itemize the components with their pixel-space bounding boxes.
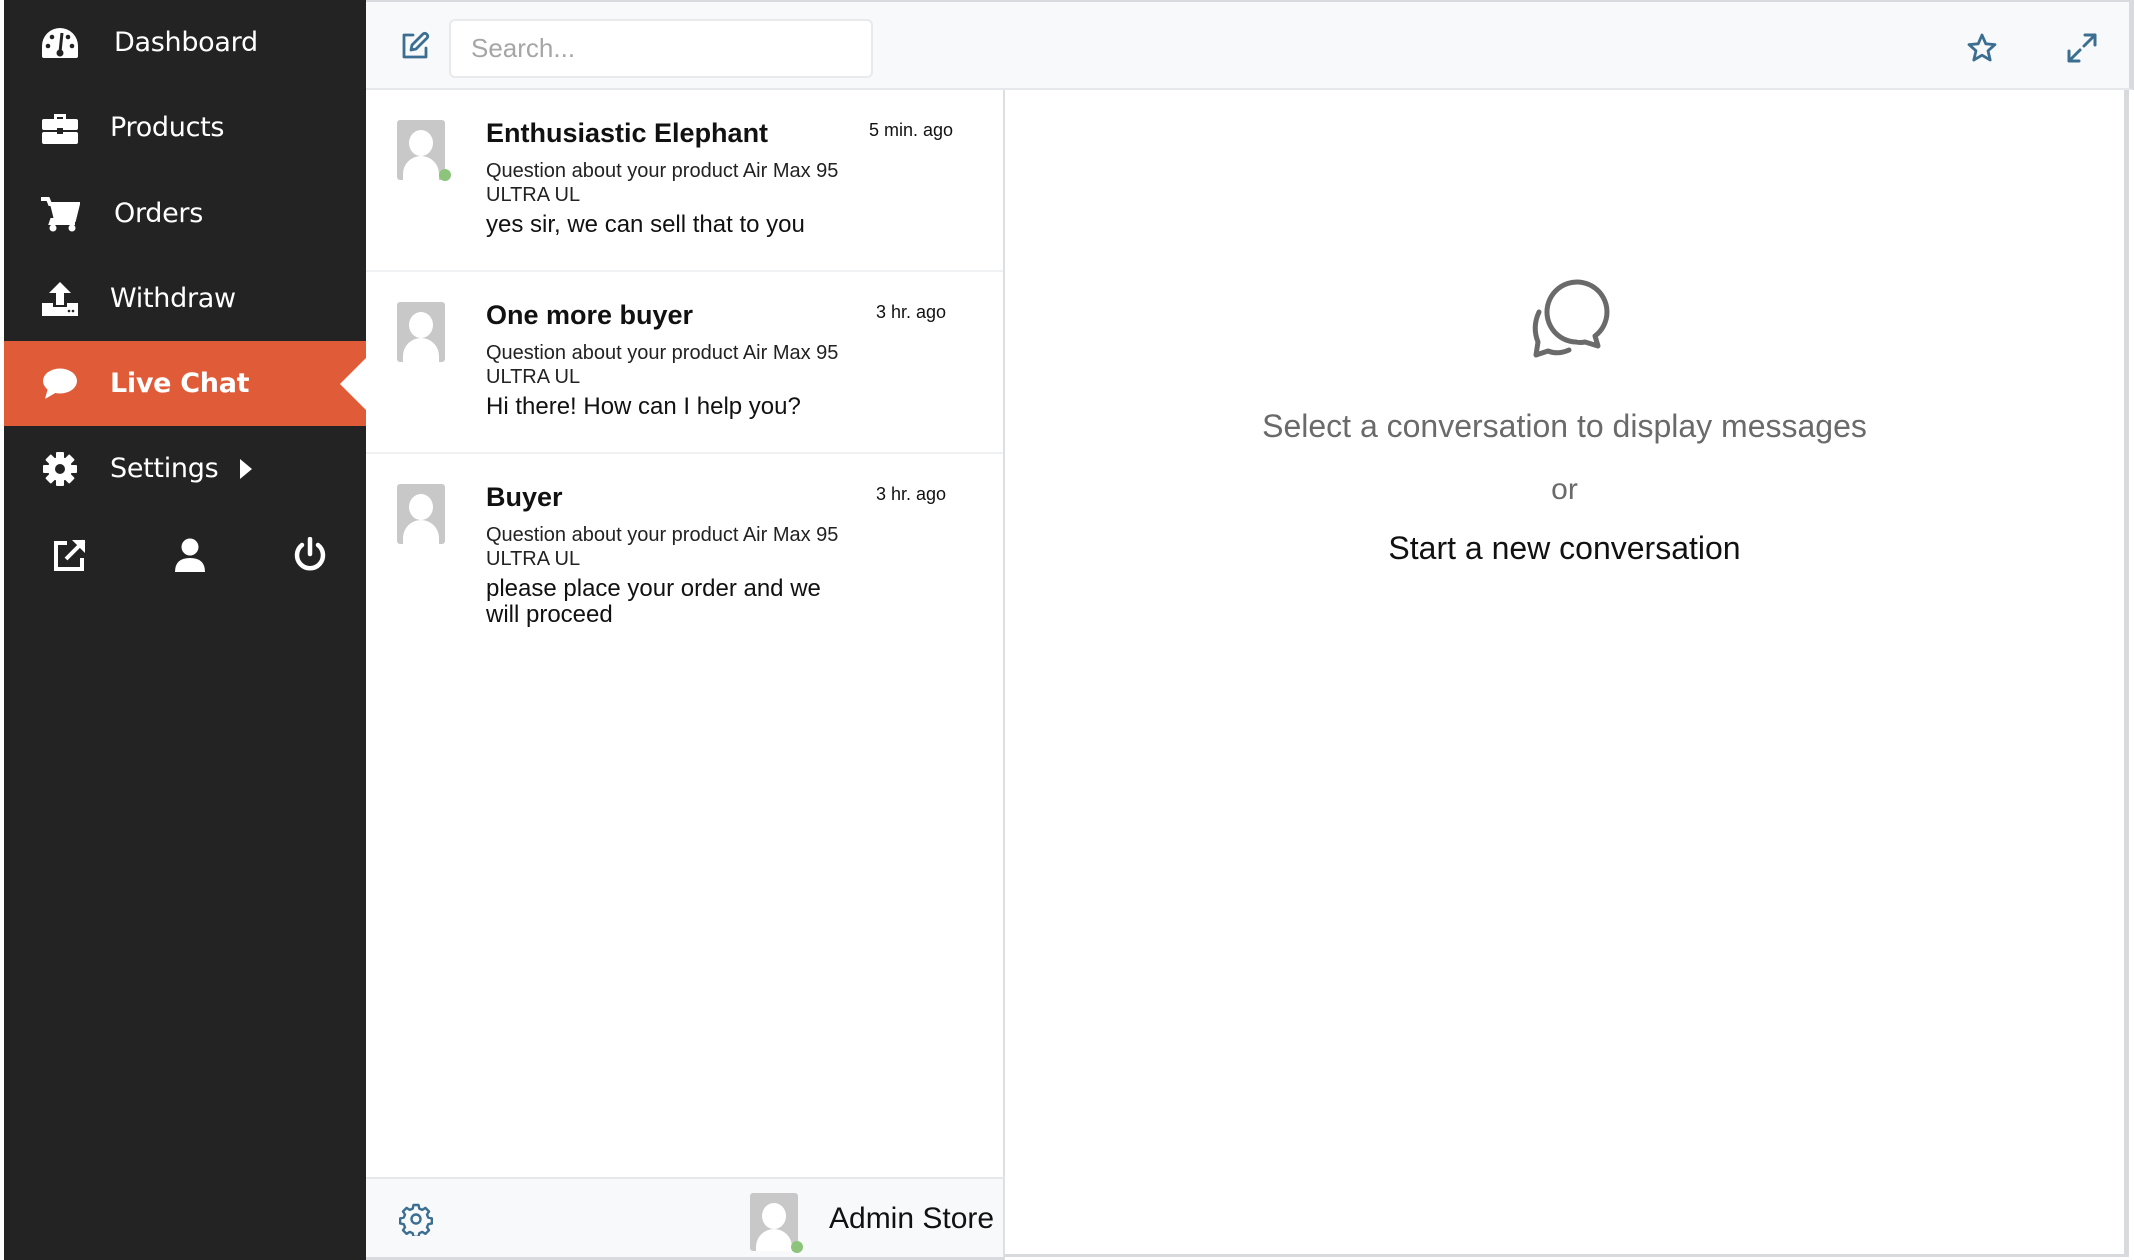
conversation-item[interactable]: One more buyer 3 hr. ago Question about … xyxy=(366,272,1003,454)
current-user-name: Admin Store xyxy=(829,1202,995,1235)
empty-state-title: Select a conversation to display message… xyxy=(1262,408,1867,444)
search-input[interactable] xyxy=(451,21,871,76)
online-status-dot xyxy=(791,1241,803,1253)
external-link-icon[interactable] xyxy=(48,533,92,577)
compose-edit-icon[interactable] xyxy=(397,28,433,64)
avatar xyxy=(397,484,445,544)
sidebar-item-settings[interactable]: Settings xyxy=(4,426,366,511)
briefcase-icon xyxy=(40,108,80,148)
power-icon[interactable] xyxy=(288,533,332,577)
gear-outline-icon[interactable] xyxy=(396,1199,436,1239)
sidebar-item-label: Orders xyxy=(114,198,203,229)
conversation-subject: Question about your product Air Max 95 U… xyxy=(486,524,839,570)
sidebar-item-dashboard[interactable]: Dashboard xyxy=(4,0,366,85)
conversation-last-message: yes sir, we can sell that to you xyxy=(486,211,805,238)
avatar xyxy=(397,302,445,362)
sidebar-item-label: Live Chat xyxy=(110,368,250,399)
chat-bubbles-icon xyxy=(1520,272,1616,368)
conversation-last-message: please place your order and we will proc… xyxy=(486,575,821,628)
conversation-list: Enthusiastic Elephant 5 min. ago Questio… xyxy=(366,90,1005,1177)
conversation-time: 3 hr. ago xyxy=(875,484,946,504)
upload-icon xyxy=(40,279,80,319)
message-panel: Select a conversation to display message… xyxy=(1005,90,2129,1257)
online-status-dot xyxy=(439,169,451,181)
conversation-item[interactable]: Buyer 3 hr. ago Question about your prod… xyxy=(366,454,1003,636)
conversation-name: Buyer xyxy=(486,482,563,512)
conversation-time: 5 min. ago xyxy=(868,120,953,140)
conversation-name: One more buyer xyxy=(486,300,694,330)
star-icon[interactable] xyxy=(1962,28,2002,68)
sidebar-quick-actions xyxy=(4,515,366,595)
chevron-right-icon xyxy=(240,458,252,479)
avatar xyxy=(397,120,445,180)
chat-bubble-icon xyxy=(40,364,80,404)
sidebar-item-label: Products xyxy=(110,112,225,143)
conversation-name: Enthusiastic Elephant xyxy=(486,118,769,148)
search-field xyxy=(449,19,873,78)
chat-toolbar xyxy=(366,0,2134,90)
conversation-time: 3 hr. ago xyxy=(875,302,946,322)
shopping-cart-icon xyxy=(40,194,80,234)
start-new-conversation-link[interactable]: Start a new conversation xyxy=(1005,530,2124,567)
sidebar: Dashboard Products Orders Withdraw Live … xyxy=(4,0,366,1260)
sidebar-item-label: Withdraw xyxy=(110,283,236,314)
sidebar-item-products[interactable]: Products xyxy=(4,85,366,170)
sidebar-item-withdraw[interactable]: Withdraw xyxy=(4,256,366,341)
conversation-subject: Question about your product Air Max 95 U… xyxy=(486,342,839,388)
conversation-item[interactable]: Enthusiastic Elephant 5 min. ago Questio… xyxy=(366,90,1003,272)
sidebar-item-orders[interactable]: Orders xyxy=(4,171,366,256)
conversation-last-message: Hi there! How can I help you? xyxy=(486,393,801,420)
empty-state-or: or xyxy=(1551,473,1578,506)
chat-list-footer: Admin Store xyxy=(366,1177,1005,1260)
conversation-subject: Question about your product Air Max 95 U… xyxy=(486,160,839,206)
dashboard-gauge-icon xyxy=(40,23,80,63)
gear-icon xyxy=(40,449,80,489)
sidebar-item-live-chat[interactable]: Live Chat xyxy=(4,341,366,426)
sidebar-item-label: Dashboard xyxy=(114,27,258,58)
sidebar-item-label: Settings xyxy=(110,453,219,484)
user-icon[interactable] xyxy=(168,533,212,577)
current-user-avatar[interactable] xyxy=(750,1193,798,1251)
expand-icon[interactable] xyxy=(2062,28,2102,68)
